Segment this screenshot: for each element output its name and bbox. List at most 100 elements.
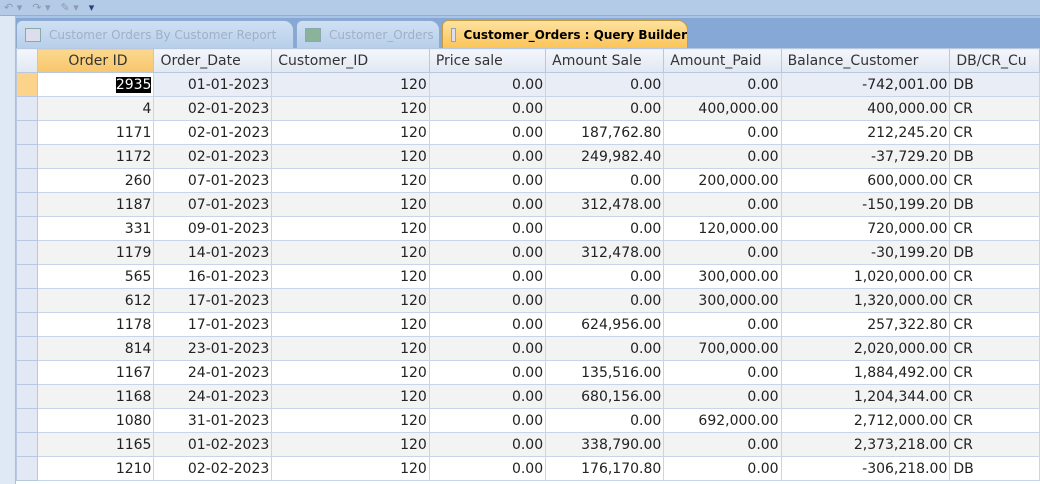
row-selector[interactable] — [15, 384, 39, 409]
cell[interactable]: CR — [949, 216, 1040, 241]
cell[interactable]: 135,516.00 — [545, 360, 665, 385]
cell[interactable]: 120 — [271, 192, 430, 217]
column-header[interactable]: Amount_Paid — [663, 48, 782, 73]
cell[interactable]: 0.00 — [545, 288, 665, 313]
cell[interactable]: 249,982.40 — [545, 144, 665, 169]
cell[interactable]: 120 — [271, 312, 430, 337]
table-row[interactable]: 1187 07-01-2023 120 0.00 312,478.00 0.00 -150,… — [15, 192, 1040, 217]
cell[interactable]: 200,000.00 — [663, 168, 782, 193]
cell[interactable]: 0.00 — [428, 192, 547, 217]
row-selector[interactable] — [15, 144, 39, 169]
cell[interactable]: 0.00 — [428, 144, 547, 169]
cell[interactable]: DB — [949, 456, 1040, 481]
cell[interactable]: 0.00 — [545, 96, 665, 121]
cell[interactable]: 0.00 — [428, 264, 547, 289]
cell[interactable]: 1,884,492.00 — [780, 360, 951, 385]
cell[interactable]: -37,729.20 — [780, 144, 951, 169]
cell[interactable]: CR — [949, 264, 1040, 289]
cell[interactable]: 338,790.00 — [545, 432, 665, 457]
row-selector[interactable] — [15, 288, 39, 313]
cell[interactable]: 1172 — [37, 144, 155, 169]
table-row[interactable]: 1178 17-01-2023 120 0.00 624,956.00 0.00 257,3… — [15, 312, 1040, 337]
cell[interactable]: 31-01-2023 — [153, 408, 273, 433]
cell[interactable]: CR — [949, 384, 1040, 409]
cell[interactable]: 0.00 — [428, 120, 547, 145]
table-row[interactable]: 565 16-01-2023 120 0.00 0.00 300,000.00 1,020,… — [15, 264, 1040, 289]
cell[interactable]: 120 — [271, 144, 430, 169]
cell[interactable]: 0.00 — [663, 120, 782, 145]
cell[interactable]: 312,478.00 — [545, 192, 665, 217]
cell[interactable]: -150,199.20 — [780, 192, 951, 217]
spelling-icon[interactable]: ✎ ▾ — [61, 1, 79, 14]
cell[interactable]: 0.00 — [663, 144, 782, 169]
column-header[interactable]: Price sale — [428, 48, 547, 73]
cell[interactable]: 331 — [37, 216, 155, 241]
cell[interactable]: 600,000.00 — [780, 168, 951, 193]
select-all-button[interactable] — [15, 48, 39, 73]
cell[interactable]: CR — [949, 288, 1040, 313]
cell[interactable]: 0.00 — [545, 336, 665, 361]
cell[interactable]: 212,245.20 — [780, 120, 951, 145]
cell[interactable]: 2,020,000.00 — [780, 336, 951, 361]
cell[interactable]: 17-01-2023 — [153, 288, 273, 313]
column-header[interactable]: Customer_ID — [271, 48, 430, 73]
cell[interactable]: 0.00 — [545, 264, 665, 289]
cell[interactable]: 0.00 — [545, 408, 665, 433]
cell[interactable]: 624,956.00 — [545, 312, 665, 337]
cell[interactable]: 02-01-2023 — [153, 96, 273, 121]
cell[interactable]: 24-01-2023 — [153, 384, 273, 409]
cell[interactable]: 814 — [37, 336, 155, 361]
table-row[interactable]: 814 23-01-2023 120 0.00 0.00 700,000.00 2,020,… — [15, 336, 1040, 361]
table-row[interactable]: 1080 31-01-2023 120 0.00 0.00 692,000.00 2,712… — [15, 408, 1040, 433]
cell[interactable]: 120 — [271, 288, 430, 313]
redo-icon[interactable]: ↷ ▾ — [32, 1, 50, 14]
cell[interactable]: 01-02-2023 — [153, 432, 273, 457]
cell[interactable]: 120 — [271, 336, 430, 361]
cell[interactable]: 14-01-2023 — [153, 240, 273, 265]
table-row[interactable]: 1165 01-02-2023 120 0.00 338,790.00 0.00 2,373… — [15, 432, 1040, 457]
cell[interactable]: 120 — [271, 72, 430, 97]
cell[interactable]: 120 — [271, 96, 430, 121]
table-row[interactable]: 331 09-01-2023 120 0.00 0.00 120,000.00 720,00… — [15, 216, 1040, 241]
cell[interactable]: 0.00 — [545, 216, 665, 241]
row-selector[interactable] — [15, 240, 39, 265]
cell[interactable]: 120 — [271, 216, 430, 241]
row-selector[interactable] — [15, 456, 39, 481]
table-row[interactable]: 4 02-01-2023 120 0.00 0.00 400,000.00 400,000.… — [15, 96, 1040, 121]
cell[interactable]: CR — [949, 408, 1040, 433]
cell[interactable]: 0.00 — [545, 72, 665, 97]
row-selector[interactable] — [15, 120, 39, 145]
navigation-pane-collapsed[interactable] — [0, 16, 16, 484]
cell[interactable]: 0.00 — [663, 456, 782, 481]
cell[interactable]: 4 — [37, 96, 155, 121]
cell[interactable]: 312,478.00 — [545, 240, 665, 265]
tab-customer-orders-table[interactable]: Customer_Orders — [296, 20, 440, 48]
cell[interactable]: 0.00 — [428, 72, 547, 97]
cell[interactable]: 120 — [271, 456, 430, 481]
cell[interactable]: CR — [949, 120, 1040, 145]
column-header[interactable]: Order_Date — [153, 48, 273, 73]
table-row[interactable]: 1167 24-01-2023 120 0.00 135,516.00 0.00 1,884… — [15, 360, 1040, 385]
cell[interactable]: DB — [949, 192, 1040, 217]
customize-arrow-icon[interactable]: ▾ — [89, 1, 95, 14]
cell[interactable]: 0.00 — [428, 240, 547, 265]
tab-customer-orders-report[interactable]: Customer Orders By Customer Report — [16, 20, 294, 48]
cell[interactable]: 300,000.00 — [663, 264, 782, 289]
row-selector[interactable] — [15, 168, 39, 193]
cell[interactable]: 692,000.00 — [663, 408, 782, 433]
cell[interactable]: 120 — [271, 168, 430, 193]
cell[interactable]: -742,001.00 — [780, 72, 951, 97]
cell[interactable]: 0.00 — [428, 360, 547, 385]
cell[interactable]: -306,218.00 — [780, 456, 951, 481]
cell[interactable]: DB — [949, 144, 1040, 169]
cell[interactable]: 0.00 — [663, 192, 782, 217]
cell[interactable]: 0.00 — [428, 336, 547, 361]
cell[interactable]: 120 — [271, 264, 430, 289]
row-selector[interactable] — [15, 360, 39, 385]
column-header[interactable]: Amount Sale — [545, 48, 665, 73]
column-header[interactable]: Order ID — [37, 48, 155, 73]
cell[interactable]: 120 — [271, 120, 430, 145]
table-row[interactable]: 2935 01-01-2023 120 0.00 0.00 0.00 -742,001.00… — [15, 72, 1040, 97]
table-row[interactable]: 1179 14-01-2023 120 0.00 312,478.00 0.00 -30,1… — [15, 240, 1040, 265]
cell[interactable]: 07-01-2023 — [153, 192, 273, 217]
